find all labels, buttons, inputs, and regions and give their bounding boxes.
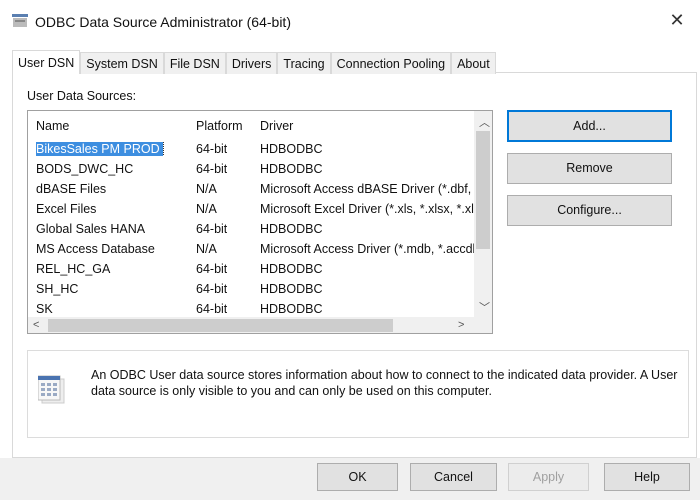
cell-driver: HDBODBC <box>260 262 323 276</box>
tab-about[interactable]: About <box>451 52 496 74</box>
tab-user-dsn[interactable]: User DSN <box>12 50 81 74</box>
info-text: An ODBC User data source stores informat… <box>91 368 678 398</box>
table-row[interactable]: REL_HC_GA 64-bit HDBODBC <box>28 262 474 282</box>
column-driver[interactable]: Driver <box>260 119 474 133</box>
selected-name: BikesSales PM PROD <box>36 142 164 156</box>
data-source-list[interactable]: Name Platform Driver BikesSales PM PROD 6… <box>27 110 493 334</box>
close-button[interactable]: ✕ <box>664 10 690 32</box>
cell-driver: HDBODBC <box>260 142 323 156</box>
tab-file-dsn[interactable]: File DSN <box>163 52 226 74</box>
table-row[interactable]: Global Sales HANA 64-bit HDBODBC <box>28 222 474 242</box>
table-row[interactable]: MS Access Database N/A Microsoft Access Dr… <box>28 242 474 262</box>
tab-strip: User DSN System DSN File DSN Drivers Tracing… <box>12 50 496 74</box>
cell-platform: 64-bit <box>196 262 228 276</box>
cell-platform: 64-bit <box>196 142 228 156</box>
cell-name: BODS_DWC_HC <box>36 162 134 176</box>
user-data-sources-label: User Data Sources: <box>27 89 137 103</box>
scroll-right-icon[interactable]: > <box>458 319 464 331</box>
tab-connection-pooling[interactable]: Connection Pooling <box>330 52 452 74</box>
cell-driver: HDBODBC <box>260 222 323 236</box>
vertical-scroll-thumb[interactable] <box>476 131 490 249</box>
cell-platform: N/A <box>196 202 217 216</box>
cell-driver: Microsoft Excel Driver (*.xls, *.xlsx, *… <box>260 202 474 216</box>
help-button[interactable]: Help <box>604 463 690 491</box>
table-row[interactable]: BODS_DWC_HC 64-bit HDBODBC <box>28 162 474 182</box>
tab-system-dsn[interactable]: System DSN <box>80 52 164 74</box>
cell-platform: 64-bit <box>196 162 228 176</box>
cell-driver: HDBODBC <box>260 282 323 296</box>
configure-button[interactable]: Configure... <box>507 195 672 226</box>
horizontal-scroll-thumb[interactable] <box>48 319 393 332</box>
table-row[interactable]: dBASE Files N/A Microsoft Access dBASE Dri… <box>28 182 474 202</box>
scroll-down-icon[interactable]: ﹀ <box>479 299 490 315</box>
apply-button[interactable]: Apply <box>508 463 589 491</box>
window-title: ODBC Data Source Administrator (64-bit) <box>35 14 291 30</box>
cell-platform: 64-bit <box>196 282 228 296</box>
cell-platform: N/A <box>196 242 217 256</box>
data-source-table-icon <box>38 375 65 404</box>
scroll-up-icon[interactable]: ︿ <box>479 114 490 130</box>
cell-name: BikesSales PM PROD <box>36 142 196 156</box>
column-platform[interactable]: Platform <box>196 119 243 133</box>
cell-name: SK <box>36 302 53 316</box>
remove-button[interactable]: Remove <box>507 153 672 184</box>
odbc-app-icon <box>12 14 28 27</box>
tab-tracing[interactable]: Tracing <box>277 52 331 74</box>
ok-button[interactable]: OK <box>317 463 398 491</box>
cell-name: MS Access Database <box>36 242 155 256</box>
cell-platform: 64-bit <box>196 222 228 236</box>
column-name[interactable]: Name <box>36 119 196 133</box>
cell-driver: Microsoft Access dBASE Driver (*.dbf, *.… <box>260 182 474 196</box>
cancel-button[interactable]: Cancel <box>410 463 497 491</box>
cell-driver: HDBODBC <box>260 162 323 176</box>
table-row[interactable]: SH_HC 64-bit HDBODBC <box>28 282 474 302</box>
table-row[interactable]: BikesSales PM PROD 64-bit HDBODBC <box>28 142 474 162</box>
cell-name: Global Sales HANA <box>36 222 146 236</box>
cell-driver: Microsoft Access Driver (*.mdb, *.accdb) <box>260 242 474 256</box>
cell-driver: HDBODBC <box>260 302 323 316</box>
cell-name: dBASE Files <box>36 182 107 196</box>
scroll-left-icon[interactable]: < <box>33 319 39 331</box>
table-row[interactable]: Excel Files N/A Microsoft Excel Driver (*.… <box>28 202 474 222</box>
cell-name: SH_HC <box>36 282 79 296</box>
cell-platform: N/A <box>196 182 217 196</box>
cell-name: Excel Files <box>36 202 97 216</box>
cell-name: REL_HC_GA <box>36 262 111 276</box>
tab-drivers[interactable]: Drivers <box>225 52 278 74</box>
list-header: Name Platform Driver <box>28 119 474 139</box>
cell-platform: 64-bit <box>196 302 228 316</box>
add-button[interactable]: Add... <box>507 110 672 142</box>
